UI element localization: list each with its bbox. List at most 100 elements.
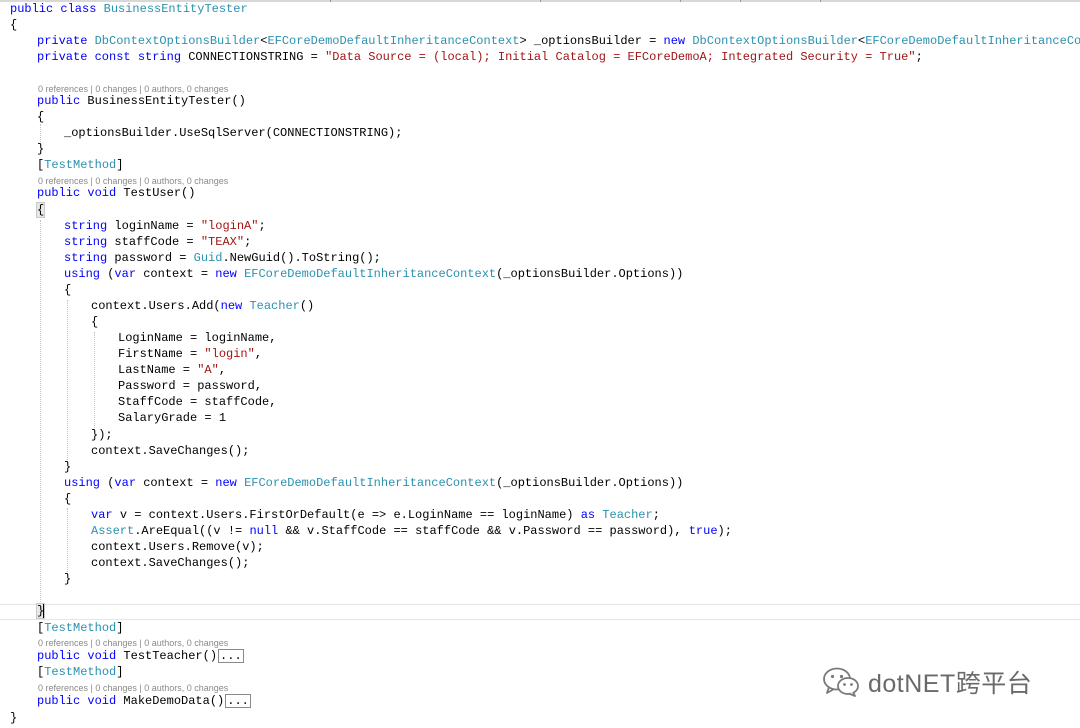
code-line[interactable]: context.Users.Remove(v);	[91, 539, 264, 555]
code-line[interactable]: }	[64, 571, 71, 587]
plain-token: ;	[652, 508, 660, 522]
collapsed-region-button[interactable]: ...	[225, 694, 251, 708]
code-line[interactable]: private DbContextOptionsBuilder<EFCoreDe…	[37, 33, 1080, 49]
plain-token: .AreEqual((v !=	[134, 524, 250, 538]
code-line[interactable]: public void TestUser()	[37, 185, 195, 201]
text-caret	[43, 603, 45, 618]
code-line[interactable]: string loginName = "loginA";	[64, 218, 266, 234]
keyword-token: string	[64, 251, 115, 265]
type-token: Assert	[91, 524, 135, 538]
code-line[interactable]: {	[91, 314, 98, 330]
keyword-token: using	[64, 267, 108, 281]
code-line[interactable]: StaffCode = staffCode,	[118, 394, 276, 410]
code-line[interactable]: {	[35, 202, 46, 218]
plain-token: && v.StaffCode == staffCode && v.Passwor…	[285, 524, 689, 538]
plain-token: ,	[218, 363, 227, 377]
plain-token: ]	[116, 158, 124, 172]
type-token: DbContextOptionsBuilder	[94, 34, 261, 48]
code-line[interactable]: });	[91, 427, 113, 443]
type-token: Guid	[193, 251, 223, 265]
watermark: dotNET跨平台	[822, 664, 1032, 700]
brace: {	[64, 492, 72, 506]
plain-token: SalaryGrade = 1	[118, 411, 227, 425]
code-line[interactable]: string password = Guid.NewGuid().ToStrin…	[64, 250, 381, 266]
code-line[interactable]: {	[64, 491, 71, 507]
keyword-token: public void	[37, 186, 124, 200]
keyword-token: string	[64, 235, 115, 249]
collapsed-region-button[interactable]: ...	[218, 649, 244, 663]
plain-token: context =	[143, 476, 216, 490]
code-line[interactable]: }	[37, 141, 44, 157]
keyword-token: new	[663, 34, 693, 48]
code-line[interactable]: [TestMethod]	[37, 157, 123, 173]
plain-token: MakeDemoData()	[123, 694, 225, 708]
code-line[interactable]: context.SaveChanges();	[91, 555, 249, 571]
keyword-token: public	[37, 94, 88, 108]
keyword-token: var	[114, 267, 144, 281]
keyword-token: new	[220, 299, 250, 313]
code-line[interactable]: }	[64, 459, 71, 475]
plain-token: ]	[116, 665, 124, 679]
code-line[interactable]: context.SaveChanges();	[91, 443, 249, 459]
code-line[interactable]: _optionsBuilder.UseSqlServer(CONNECTIONS…	[64, 125, 402, 141]
code-line[interactable]: Password = password,	[118, 378, 262, 394]
code-line[interactable]: context.Users.Add(new Teacher()	[91, 298, 314, 314]
keyword-token: public void	[37, 649, 124, 663]
code-line[interactable]: public BusinessEntityTester()	[37, 93, 246, 109]
keyword-token: null	[249, 524, 286, 538]
type-token: TestMethod	[44, 621, 117, 635]
plain-token: ]	[116, 621, 124, 635]
code-line[interactable]: }	[10, 710, 17, 726]
plain-token: loginName =	[114, 219, 201, 233]
code-line[interactable]: private const string CONNECTIONSTRING = …	[37, 49, 923, 65]
plain-token: ;	[915, 50, 923, 64]
code-line[interactable]: {	[37, 109, 44, 125]
plain-token: FirstName =	[118, 347, 205, 361]
matched-brace: {	[35, 202, 46, 218]
indent-guide	[94, 332, 95, 432]
type-token: EFCoreDemoDefaultInheritanceContext	[244, 267, 497, 281]
code-editor[interactable]: public class BusinessEntityTester { priv…	[0, 0, 1080, 728]
code-line[interactable]: string staffCode = "TEAX";	[64, 234, 251, 250]
indent-guide	[40, 220, 41, 608]
code-line[interactable]: {	[10, 17, 17, 33]
string-token: "loginA"	[200, 219, 259, 233]
plain-token: staffCode =	[114, 235, 201, 249]
plain-token: context.SaveChanges();	[91, 444, 250, 458]
code-line[interactable]: var v = context.Users.FirstOrDefault(e =…	[91, 507, 660, 523]
code-line[interactable]: }	[35, 603, 46, 619]
code-line[interactable]: using (var context = new EFCoreDemoDefau…	[64, 266, 683, 282]
code-line[interactable]: [TestMethod]	[37, 664, 123, 680]
code-line[interactable]: public void MakeDemoData()...	[37, 693, 251, 709]
plain-token: ;	[244, 235, 252, 249]
code-line[interactable]: LastName = "A",	[118, 362, 226, 378]
brace: }	[37, 142, 45, 156]
keyword-token: string	[64, 219, 115, 233]
keyword-token: new	[215, 476, 245, 490]
code-line[interactable]: LoginName = loginName,	[118, 330, 276, 346]
keyword-token: true	[688, 524, 718, 538]
code-line[interactable]: FirstName = "login",	[118, 346, 262, 362]
brace: }	[10, 711, 18, 725]
type-token: EFCoreDemoDefaultInheritanceContext	[267, 34, 520, 48]
plain-token: LastName =	[118, 363, 198, 377]
plain-token: context =	[143, 267, 216, 281]
type-token: DbContextOptionsBuilder	[692, 34, 858, 48]
code-line[interactable]: public void TestTeacher()...	[37, 648, 244, 664]
brace: {	[10, 18, 18, 32]
plain-token: context.Users.Remove(v);	[91, 540, 264, 554]
plain-token: );	[717, 524, 732, 538]
plain-token: BusinessEntityTester()	[87, 94, 246, 108]
code-line[interactable]: SalaryGrade = 1	[118, 410, 226, 426]
brace: {	[37, 110, 45, 124]
type-token: EFCoreDemoDefaultInheritanceContext	[865, 34, 1080, 48]
code-line[interactable]: public class BusinessEntityTester	[10, 1, 248, 17]
brace: }	[64, 572, 72, 586]
code-line[interactable]: Assert.AreEqual((v != null && v.StaffCod…	[91, 523, 732, 539]
type-token: BusinessEntityTester	[103, 2, 248, 16]
code-line[interactable]: {	[64, 282, 71, 298]
code-line[interactable]: using (var context = new EFCoreDemoDefau…	[64, 475, 683, 491]
wechat-icon	[823, 667, 859, 697]
plain-token: Password = password,	[118, 379, 263, 393]
code-line[interactable]: [TestMethod]	[37, 620, 123, 636]
